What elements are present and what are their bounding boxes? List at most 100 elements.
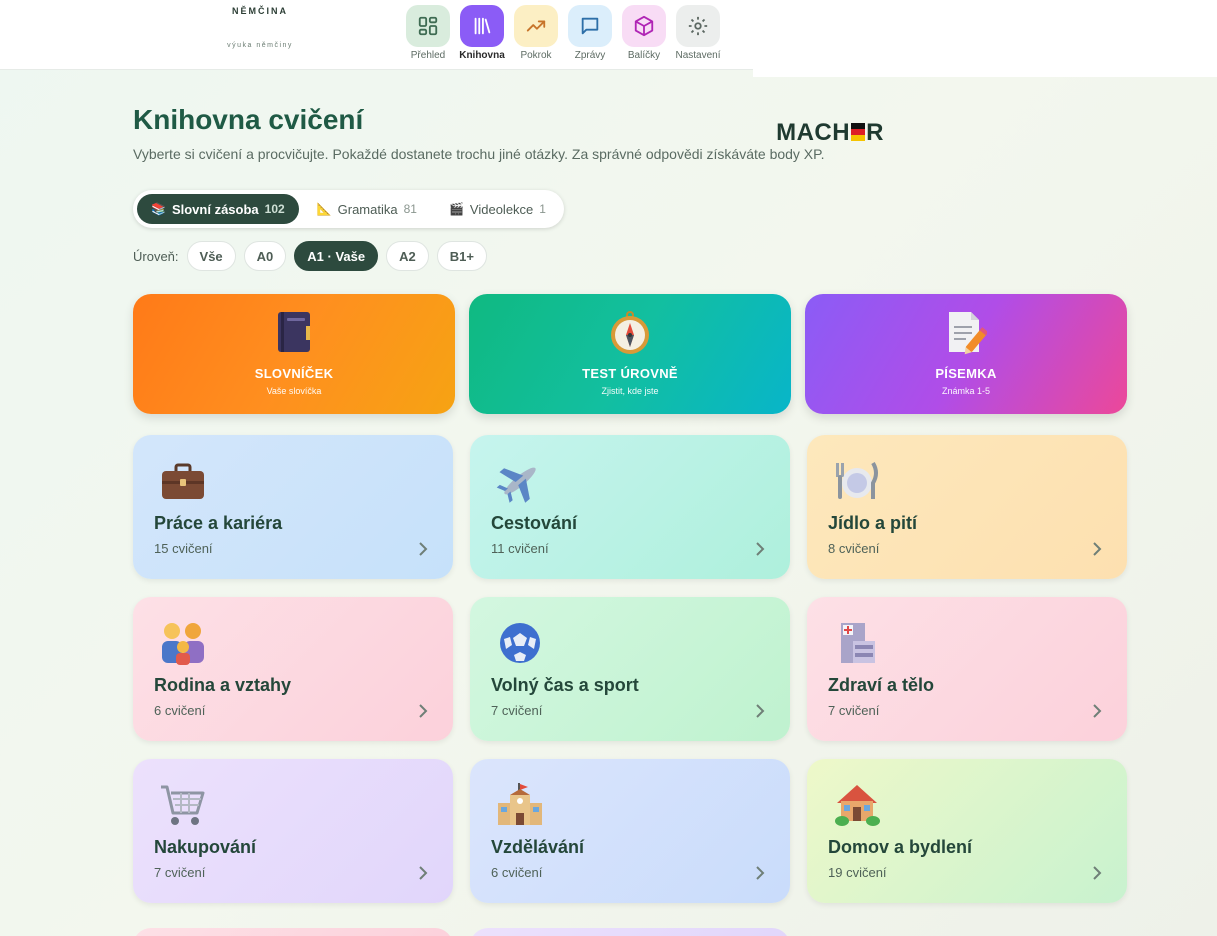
category-count: 7 cvičení bbox=[154, 865, 206, 880]
level-pill-a2[interactable]: A2 bbox=[386, 241, 429, 271]
feature-card-pisemka[interactable]: PÍSEMKA Známka 1-5 bbox=[805, 294, 1127, 414]
level-pill-a1[interactable]: A1 · Vaše bbox=[294, 241, 379, 271]
top-bar-extension bbox=[753, 0, 1217, 77]
category-count: 15 cvičení bbox=[154, 541, 213, 556]
category-count: 11 cvičení bbox=[491, 541, 549, 556]
tab-label: Videolekce bbox=[469, 201, 534, 217]
category-tabs: 📚 Slovní zásoba 102 📐 Gramatika 81 🎬 Vid… bbox=[133, 190, 564, 228]
category-count: 7 cvičení bbox=[491, 703, 543, 718]
tab-count: 1 bbox=[539, 202, 546, 216]
ruler-icon: 📐 bbox=[316, 202, 332, 216]
category-count: 8 cvičení bbox=[828, 541, 880, 556]
gear-icon bbox=[676, 5, 720, 47]
category-card-prace[interactable]: Práce a kariéra 15 cvičení bbox=[133, 435, 453, 579]
dashboard-icon bbox=[406, 5, 450, 47]
feature-title: PÍSEMKA bbox=[935, 366, 997, 381]
tab-videolekce[interactable]: 🎬 Videolekce 1 bbox=[435, 194, 560, 224]
level-filter: Úroveň: Vše A0 A1 · Vaše A2 B1+ bbox=[133, 241, 1127, 271]
category-card-rodina[interactable]: Rodina a vztahy 6 cvičení bbox=[133, 597, 453, 741]
nav-item-knihovna[interactable]: Knihovna bbox=[458, 5, 506, 61]
nav-item-zpravy[interactable]: Zprávy bbox=[566, 5, 614, 61]
house-icon bbox=[833, 781, 881, 829]
chevron-right-icon bbox=[419, 542, 428, 556]
document-pencil-icon bbox=[805, 310, 1127, 355]
chevron-right-icon bbox=[1093, 866, 1102, 880]
logo-subtitle: výuka němčiny bbox=[227, 42, 293, 49]
nav-item-balicky[interactable]: Balíčky bbox=[620, 5, 668, 61]
category-title: Jídlo a pití bbox=[828, 513, 918, 533]
compass-icon bbox=[469, 310, 791, 354]
nav-item-nastaveni[interactable]: Nastavení bbox=[674, 5, 722, 61]
nav-label: Přehled bbox=[410, 50, 446, 61]
level-filter-label: Úroveň: bbox=[133, 248, 179, 264]
category-card-cestovani[interactable]: Cestování 11 cvičení bbox=[470, 435, 790, 579]
feature-title: SLOVNÍČEK bbox=[254, 366, 334, 381]
tab-count: 81 bbox=[403, 202, 417, 216]
level-pill-b1plus[interactable]: B1+ bbox=[436, 241, 487, 271]
library-icon bbox=[460, 5, 504, 47]
category-title: Vzdělávání bbox=[491, 837, 585, 857]
category-card-volny-cas[interactable]: Volný čas a sport 7 cvičení bbox=[470, 597, 790, 741]
chevron-right-icon bbox=[1093, 542, 1102, 556]
notebook-icon bbox=[133, 310, 455, 354]
category-title: Volný čas a sport bbox=[491, 675, 639, 695]
tab-gramatika[interactable]: 📐 Gramatika 81 bbox=[303, 194, 431, 224]
feature-card-test-urovne[interactable]: TEST ÚROVNĚ Zjistit, kde jste bbox=[469, 294, 791, 414]
nav-label: Nastavení bbox=[675, 50, 721, 61]
chevron-right-icon bbox=[419, 704, 428, 718]
briefcase-icon bbox=[159, 457, 207, 505]
category-card-domov[interactable]: Domov a bydlení 19 cvičení bbox=[807, 759, 1127, 903]
page-title: Knihovna cvičení bbox=[133, 104, 364, 135]
chevron-right-icon bbox=[1093, 704, 1102, 718]
category-title: Rodina a vztahy bbox=[154, 675, 292, 695]
tab-slovni-zasoba[interactable]: 📚 Slovní zásoba 102 bbox=[137, 194, 299, 224]
hospital-icon bbox=[833, 619, 881, 667]
logo-top-text: NĚMČINA bbox=[232, 6, 288, 16]
school-icon bbox=[496, 781, 544, 829]
chevron-right-icon bbox=[756, 704, 765, 718]
nav-item-pokrok[interactable]: Pokrok bbox=[512, 5, 560, 61]
nav-item-prehled[interactable]: Přehled bbox=[404, 5, 452, 61]
category-card-nakupovani[interactable]: Nakupování 7 cvičení bbox=[133, 759, 453, 903]
main-nav: Přehled Knihovna Pokrok Zprávy Balíčky N… bbox=[404, 5, 722, 61]
category-card-vzdelavani[interactable]: Vzdělávání 6 cvičení bbox=[470, 759, 790, 903]
category-card-peek[interactable] bbox=[470, 928, 790, 936]
feature-subtitle: Vaše slovíčka bbox=[266, 386, 322, 396]
category-grid: Práce a kariéra 15 cvičení Cestování 11 … bbox=[133, 435, 1127, 903]
nav-label: Zprávy bbox=[574, 50, 606, 61]
category-count: 6 cvičení bbox=[154, 703, 206, 718]
nav-label: Balíčky bbox=[627, 50, 661, 61]
plate-cutlery-icon bbox=[833, 457, 881, 505]
level-pill-a0[interactable]: A0 bbox=[243, 241, 287, 271]
feature-title: TEST ÚROVNĚ bbox=[582, 366, 678, 381]
clapper-icon: 🎬 bbox=[448, 202, 464, 216]
category-title: Nakupování bbox=[154, 837, 257, 857]
category-count: 6 cvičení bbox=[491, 865, 543, 880]
category-title: Cestování bbox=[491, 513, 578, 533]
tab-count: 102 bbox=[264, 202, 285, 216]
package-icon bbox=[622, 5, 666, 47]
category-title: Zdraví a tělo bbox=[828, 675, 935, 695]
level-pill-vse[interactable]: Vše bbox=[186, 241, 236, 271]
nav-label: Pokrok bbox=[520, 50, 552, 61]
shopping-cart-icon bbox=[159, 781, 207, 829]
category-title: Domov a bydlení bbox=[828, 837, 973, 857]
category-card-zdravi[interactable]: Zdraví a tělo 7 cvičení bbox=[807, 597, 1127, 741]
family-icon bbox=[159, 619, 207, 667]
chevron-right-icon bbox=[756, 866, 765, 880]
message-icon bbox=[568, 5, 612, 47]
airplane-icon bbox=[496, 457, 544, 505]
page-description: Vyberte si cvičení a procvičujte. Pokažd… bbox=[133, 146, 825, 162]
app-logo[interactable]: NĚMČINA MACH R výuka němčiny bbox=[200, 6, 883, 146]
feature-subtitle: Známka 1-5 bbox=[941, 386, 991, 396]
chevron-right-icon bbox=[419, 866, 428, 880]
category-card-jidlo[interactable]: Jídlo a pití 8 cvičení bbox=[807, 435, 1127, 579]
feature-card-slovnicek[interactable]: SLOVNÍČEK Vaše slovíčka bbox=[133, 294, 455, 414]
main-content: Knihovna cvičení Vyberte si cvičení a pr… bbox=[133, 104, 1127, 903]
tab-label: Slovní zásoba bbox=[171, 201, 259, 217]
feature-subtitle: Zjistit, kde jste bbox=[601, 386, 659, 396]
category-count: 19 cvičení bbox=[828, 865, 887, 880]
trending-up-icon bbox=[514, 5, 558, 47]
feature-cards: SLOVNÍČEK Vaše slovíčka TEST ÚROVNĚ Zjis… bbox=[133, 294, 1127, 414]
category-card-peek[interactable] bbox=[133, 928, 453, 936]
